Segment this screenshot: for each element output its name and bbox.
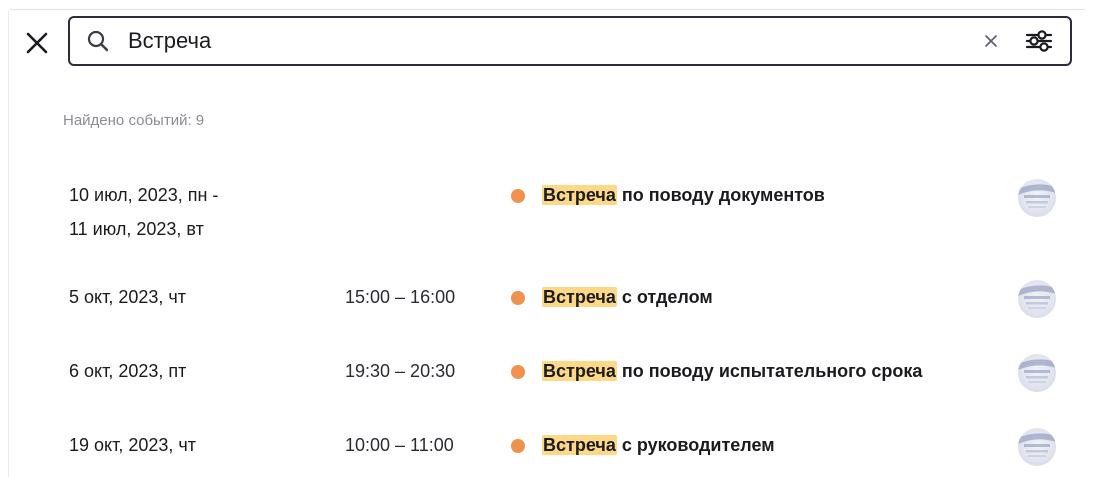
clear-search-button[interactable] [978, 28, 1004, 54]
search-highlight: Встреча [542, 435, 617, 455]
event-date: 5 окт, 2023, чт [69, 287, 187, 307]
filter-button[interactable] [1022, 24, 1056, 58]
results-count: Найдено событий: 9 [63, 112, 205, 129]
avatar [1018, 280, 1056, 318]
event-color-dot [511, 439, 525, 453]
search-highlight: Встреча [542, 287, 617, 307]
event-title: Встреча по поводу документов [542, 185, 825, 205]
event-color-dot [511, 189, 525, 203]
event-time: 19:30 – 20:30 [345, 361, 456, 381]
search-highlight: Встреча [542, 361, 617, 381]
event-date: 10 июл, 2023, пн - 11 июл, 2023, вт [69, 185, 219, 239]
event-date: 6 окт, 2023, пт [69, 361, 187, 381]
clear-icon [985, 35, 997, 47]
event-row[interactable]: 10 июл, 2023, пн - 11 июл, 2023, вт Встр… [0, 178, 1095, 248]
event-color-dot [511, 291, 525, 305]
event-row[interactable]: 5 окт, 2023, чт 15:00 – 16:00 Встреча с … [0, 280, 1095, 320]
search-highlight: Встреча [542, 185, 617, 205]
top-divider [10, 9, 1085, 10]
filter-sliders-icon [1025, 30, 1053, 52]
search-input[interactable] [128, 21, 978, 61]
event-title: Встреча по поводу испытательного срока [542, 361, 923, 381]
event-time: 15:00 – 16:00 [345, 287, 456, 307]
event-color-dot [511, 365, 525, 379]
close-icon [26, 32, 48, 54]
event-row[interactable]: 6 окт, 2023, пт 19:30 – 20:30 Встреча по… [0, 354, 1095, 394]
search-icon [84, 27, 112, 55]
event-title: Встреча с отделом [542, 287, 713, 307]
search-bar [68, 16, 1072, 66]
avatar [1018, 428, 1056, 466]
avatar [1018, 354, 1056, 392]
close-search-button[interactable] [22, 28, 52, 58]
event-time: 10:00 – 11:00 [345, 435, 454, 455]
event-title: Встреча с руководителем [542, 435, 775, 455]
event-row[interactable]: 19 окт, 2023, чт 10:00 – 11:00 Встреча с… [0, 428, 1095, 468]
event-date: 19 окт, 2023, чт [69, 435, 197, 455]
avatar [1018, 179, 1056, 217]
